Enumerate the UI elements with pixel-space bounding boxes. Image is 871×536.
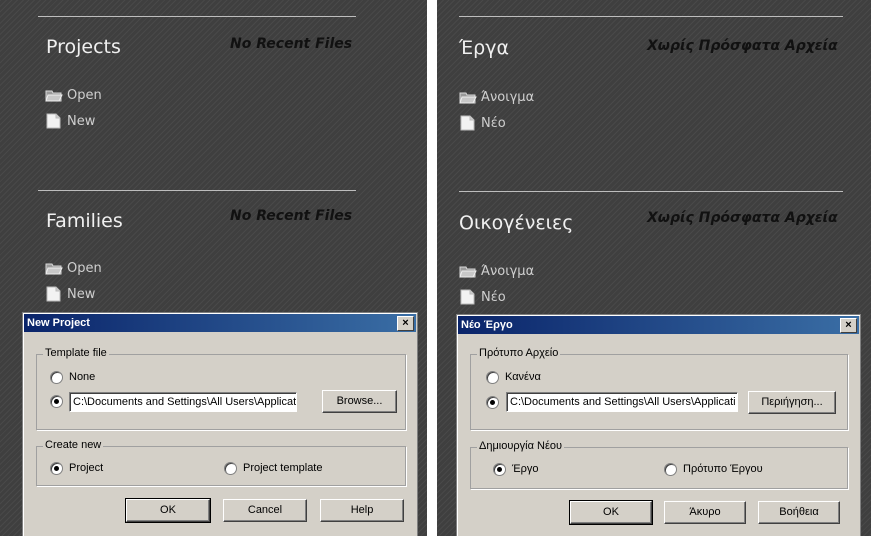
create-new-label: Δημιουργία Νέου bbox=[477, 440, 564, 452]
ok-button[interactable]: OK bbox=[569, 500, 653, 525]
cancel-button[interactable]: Άκυρο bbox=[664, 501, 746, 524]
new-project-dialog: Νέο Έργο × Πρότυπο Αρχείο Κανένα C:\Docu… bbox=[456, 314, 861, 536]
radio-checked-icon bbox=[50, 461, 63, 475]
project-template-radio[interactable]: Πρότυπο Έργου bbox=[664, 461, 763, 477]
projects-open-link[interactable]: Άνοιγμα bbox=[459, 88, 534, 106]
families-no-recent-files: Χωρίς Πρόσφατα Αρχεία bbox=[647, 210, 838, 226]
divider bbox=[38, 190, 356, 191]
divider bbox=[459, 191, 843, 192]
project-template-radio[interactable]: Project template bbox=[224, 460, 322, 476]
none-radio-label: None bbox=[69, 371, 96, 383]
families-new-label: Νέο bbox=[481, 289, 506, 305]
template-path-field[interactable]: C:\Documents and Settings\All Users\Appl… bbox=[506, 392, 738, 412]
ok-button[interactable]: OK bbox=[125, 498, 211, 523]
project-radio-label: Project bbox=[69, 462, 104, 474]
new-document-icon bbox=[460, 115, 475, 131]
dialog-titlebar[interactable]: New Project × bbox=[24, 314, 416, 332]
dialog-title: Νέο Έργο bbox=[461, 319, 513, 331]
template-file-label: Template file bbox=[43, 347, 109, 359]
template-file-label: Πρότυπο Αρχείο bbox=[477, 347, 561, 359]
none-radio[interactable]: None bbox=[50, 369, 95, 385]
new-project-dialog: New Project × Template file None C:\Docu… bbox=[22, 312, 418, 536]
projects-new-link[interactable]: New bbox=[45, 112, 95, 130]
new-document-icon bbox=[46, 113, 61, 129]
projects-heading: Projects bbox=[46, 36, 121, 58]
new-document-icon bbox=[460, 289, 475, 305]
families-open-label: Άνοιγμα bbox=[481, 263, 535, 279]
folder-open-icon bbox=[459, 92, 477, 104]
divider bbox=[38, 16, 356, 17]
projects-heading: Έργα bbox=[459, 37, 510, 59]
families-open-label: Open bbox=[67, 260, 102, 276]
template-file-group: Πρότυπο Αρχείο Κανένα C:\Documents and S… bbox=[470, 347, 848, 430]
radio-icon bbox=[224, 461, 237, 475]
radio-checked-icon bbox=[50, 394, 63, 408]
projects-open-label: Άνοιγμα bbox=[481, 89, 535, 105]
create-new-group: Δημιουργία Νέου Έργο Πρότυπο Έργου bbox=[470, 440, 848, 489]
families-open-link[interactable]: Άνοιγμα bbox=[459, 262, 534, 280]
radio-icon bbox=[664, 462, 677, 476]
template-path-radio[interactable] bbox=[50, 393, 69, 409]
projects-open-label: Open bbox=[67, 87, 102, 103]
families-no-recent-files: No Recent Files bbox=[230, 208, 353, 224]
families-heading: Families bbox=[46, 210, 123, 232]
browse-button[interactable]: Περιήγηση... bbox=[748, 391, 836, 414]
project-template-radio-label: Project template bbox=[243, 462, 323, 474]
projects-open-link[interactable]: Open bbox=[45, 86, 102, 104]
families-new-link[interactable]: Νέο bbox=[459, 288, 506, 306]
projects-new-link[interactable]: Νέο bbox=[459, 114, 506, 132]
folder-open-icon bbox=[45, 263, 63, 275]
help-button[interactable]: Βοήθεια bbox=[758, 501, 840, 524]
radio-icon bbox=[50, 370, 63, 384]
template-path-radio[interactable] bbox=[486, 394, 505, 410]
projects-no-recent-files: Χωρίς Πρόσφατα Αρχεία bbox=[647, 38, 838, 54]
projects-new-label: Νέο bbox=[481, 115, 506, 131]
template-path-field[interactable]: C:\Documents and Settings\All Users\Appl… bbox=[69, 392, 297, 412]
project-template-radio-label: Πρότυπο Έργου bbox=[683, 463, 763, 475]
project-radio[interactable]: Έργο bbox=[493, 461, 539, 477]
none-radio-label: Κανένα bbox=[505, 371, 541, 383]
folder-open-icon bbox=[459, 266, 477, 278]
project-radio[interactable]: Project bbox=[50, 460, 103, 476]
radio-icon bbox=[486, 370, 499, 384]
radio-checked-icon bbox=[493, 462, 506, 476]
projects-no-recent-files: No Recent Files bbox=[230, 36, 353, 52]
cancel-button[interactable]: Cancel bbox=[223, 499, 307, 522]
browse-button[interactable]: Browse... bbox=[322, 390, 397, 413]
close-icon[interactable]: × bbox=[397, 316, 414, 331]
create-new-label: Create new bbox=[43, 439, 104, 451]
project-radio-label: Έργο bbox=[512, 463, 539, 475]
none-radio[interactable]: Κανένα bbox=[486, 369, 541, 385]
help-button[interactable]: Help bbox=[320, 499, 404, 522]
start-page-english: Projects No Recent Files Open New Famili… bbox=[0, 0, 427, 536]
families-heading: Οικογένειες bbox=[459, 212, 574, 234]
create-new-group: Create new Project Project template bbox=[36, 439, 406, 486]
projects-new-label: New bbox=[67, 113, 96, 129]
close-icon[interactable]: × bbox=[840, 318, 857, 333]
dialog-titlebar[interactable]: Νέο Έργο × bbox=[458, 316, 859, 334]
families-new-label: New bbox=[67, 286, 96, 302]
template-file-group: Template file None C:\Documents and Sett… bbox=[36, 347, 406, 430]
start-page-greek: Έργα Χωρίς Πρόσφατα Αρχεία Άνοιγμα Νέο Ο… bbox=[437, 0, 871, 536]
families-new-link[interactable]: New bbox=[45, 285, 95, 303]
families-open-link[interactable]: Open bbox=[45, 259, 102, 277]
radio-checked-icon bbox=[486, 395, 499, 409]
divider bbox=[459, 16, 843, 17]
dialog-title: New Project bbox=[27, 317, 90, 329]
folder-open-icon bbox=[45, 90, 63, 102]
new-document-icon bbox=[46, 286, 61, 302]
